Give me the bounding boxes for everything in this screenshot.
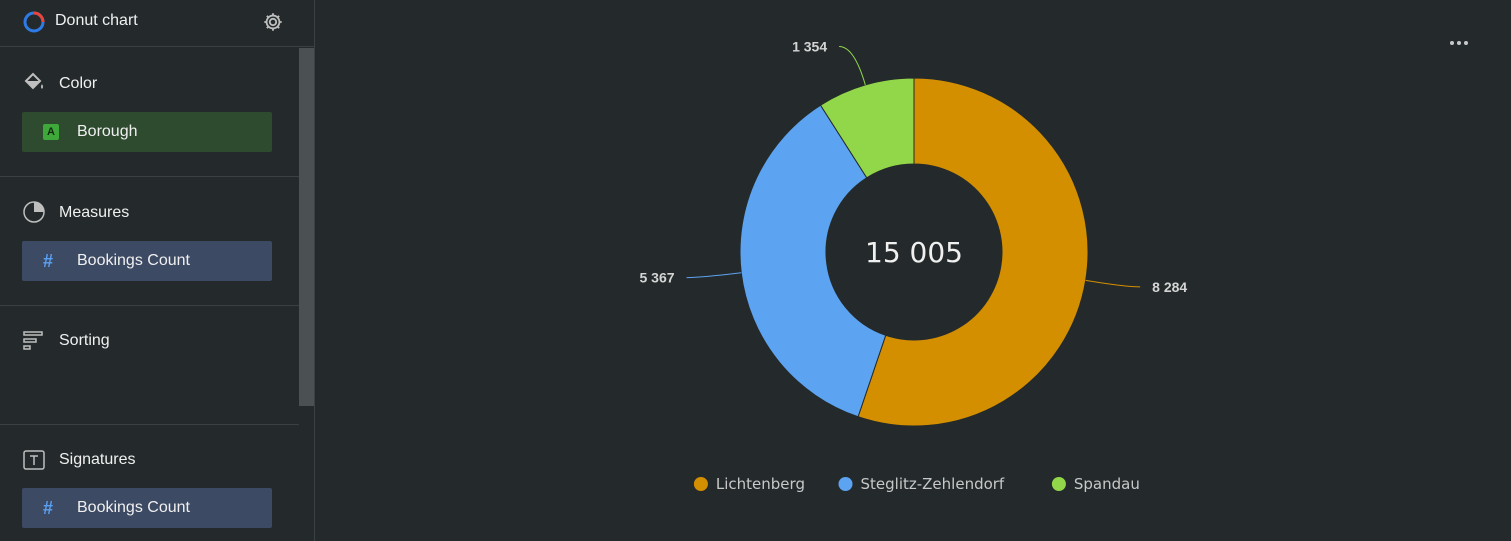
number-field-icon: # <box>43 498 54 518</box>
borough-dimension-chip[interactable]: A Borough <box>22 112 272 152</box>
text-field-icon: A <box>43 124 59 140</box>
pie-icon <box>23 201 45 223</box>
total-value: 15 005 <box>865 236 963 269</box>
legend-swatch <box>1051 477 1066 491</box>
chip-label: Bookings Count <box>77 499 190 516</box>
legend-swatch <box>838 477 853 491</box>
legend-item-lichtenberg[interactable]: Lichtenberg <box>693 475 805 493</box>
bookings-count-measure-chip[interactable]: # Bookings Count <box>22 241 272 281</box>
leader-line-steglitz-zehlendorf <box>686 272 742 279</box>
legend: Lichtenberg Steglitz-Zehlendorf Spandau <box>693 475 1140 493</box>
chip-label: Bookings Count <box>77 252 190 269</box>
text-frame-icon <box>23 450 45 470</box>
chart-panel: 8 284 5 367 1 354 15 005 Lichtenberg Steglitz… <box>316 0 1511 541</box>
chip-label: Borough <box>77 123 138 140</box>
data-label-spandau: 1 354 <box>792 39 827 55</box>
legend-item-spandau[interactable]: Spandau <box>1051 475 1140 493</box>
number-field-icon: # <box>43 251 54 271</box>
donut-chart-icon <box>23 11 45 33</box>
data-label-lichtenberg: 8 284 <box>1152 279 1187 295</box>
signatures-section-label: Signatures <box>59 451 136 468</box>
measures-section: Measures # Bookings Count <box>0 177 299 305</box>
legend-item-steglitz-zehlendorf[interactable]: Steglitz-Zehlendorf <box>838 475 1005 493</box>
bookings-count-signature-chip[interactable]: # Bookings Count <box>22 488 272 528</box>
sorting-section: Sorting <box>0 306 299 424</box>
sorting-section-label: Sorting <box>59 332 110 349</box>
paint-bucket-icon <box>24 72 43 90</box>
data-label-steglitz-zehlendorf: 5 367 <box>639 270 674 286</box>
gear-icon[interactable] <box>262 11 284 33</box>
sort-icon <box>23 331 43 350</box>
signatures-section: Signatures # Bookings Count <box>0 425 299 541</box>
legend-label: Steglitz-Zehlendorf <box>861 475 1005 493</box>
leader-line-lichtenberg <box>1085 279 1141 288</box>
sidebar-scrollbar[interactable] <box>299 48 314 406</box>
chart-type-title: Donut chart <box>55 12 138 29</box>
color-section: Color A Borough <box>0 48 299 176</box>
legend-label: Spandau <box>1074 475 1140 493</box>
sidebar: Donut chart Color A Borough Measures # B… <box>0 0 315 541</box>
legend-label: Lichtenberg <box>716 475 805 493</box>
measures-section-label: Measures <box>59 204 130 221</box>
legend-swatch <box>693 477 708 491</box>
sidebar-header: Donut chart <box>0 0 314 47</box>
color-section-label: Color <box>59 75 98 92</box>
donut-chart: 8 284 5 367 1 354 15 005 Lichtenberg Steglitz… <box>639 39 1187 493</box>
leader-line-spandau <box>839 46 866 86</box>
